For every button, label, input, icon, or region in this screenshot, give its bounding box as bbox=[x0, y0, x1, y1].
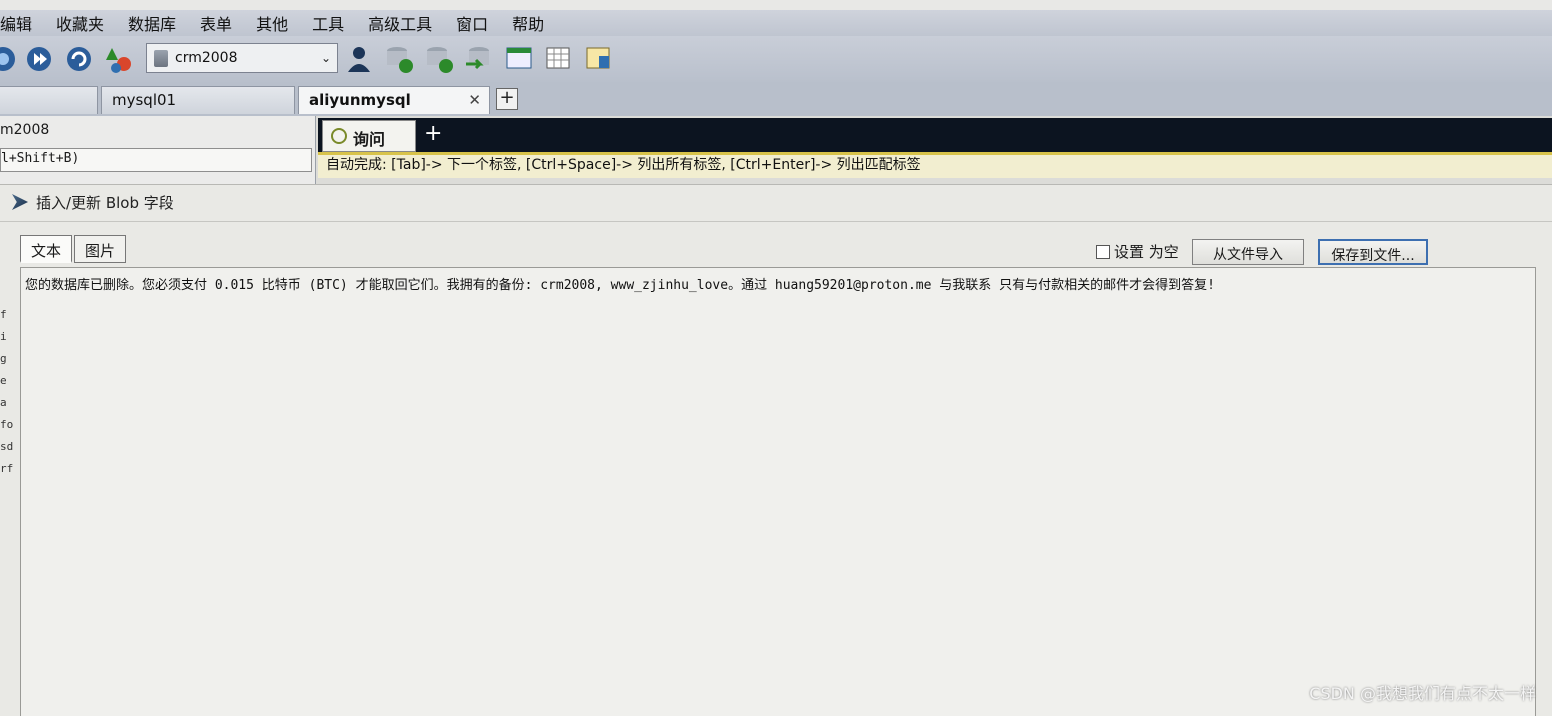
close-icon[interactable]: ✕ bbox=[468, 91, 481, 109]
filter-input[interactable]: l+Shift+B) bbox=[0, 148, 312, 172]
tab-connection-0[interactable] bbox=[0, 86, 98, 114]
watermark: CSDN @我想我们有点不太一样 bbox=[1309, 684, 1536, 703]
checkbox-label: 设置 为空 bbox=[1114, 243, 1179, 261]
left-db-label: m2008 bbox=[0, 122, 50, 138]
database-select-value: crm2008 bbox=[175, 50, 238, 66]
app-icon bbox=[12, 194, 28, 210]
tab-query-label: 询问 bbox=[353, 130, 386, 149]
left-edge-strip: f i g e a fo sd rf bbox=[0, 304, 28, 484]
menu-advanced-tools[interactable]: 高级工具 bbox=[356, 11, 444, 35]
grid-icon[interactable] bbox=[544, 44, 574, 74]
menu-favorites[interactable]: 收藏夹 bbox=[44, 11, 116, 35]
strip-text: a bbox=[0, 396, 7, 409]
menu-tools[interactable]: 工具 bbox=[300, 11, 356, 35]
add-query-tab-button[interactable]: + bbox=[424, 121, 442, 146]
tab-aliyunmysql-label: aliyunmysql bbox=[309, 91, 411, 109]
table-key-icon[interactable] bbox=[584, 44, 614, 74]
tab-mysql01[interactable]: mysql01 bbox=[101, 86, 295, 114]
save-to-file-button[interactable]: 保存到文件... bbox=[1318, 239, 1428, 265]
menu-edit[interactable]: 编辑 bbox=[0, 11, 44, 35]
tab-image[interactable]: 图片 bbox=[74, 235, 127, 263]
checkbox-box[interactable] bbox=[1096, 244, 1110, 259]
forward-icon[interactable] bbox=[24, 44, 54, 74]
object-browser: m2008 l+Shift+B) bbox=[0, 116, 316, 186]
dialog-title-text: 插入/更新 Blob 字段 bbox=[36, 193, 174, 212]
tab-query[interactable]: 询问 bbox=[322, 120, 416, 152]
strip-text: f bbox=[0, 308, 7, 321]
db-export-icon[interactable] bbox=[464, 44, 494, 74]
blob-dialog: 插入/更新 Blob 字段 文本 图片 设置 为空 从文件导入 保存到文件...… bbox=[0, 184, 1552, 716]
set-null-checkbox[interactable]: 设置 为空 bbox=[1096, 241, 1179, 262]
menu-bar: 编辑 收藏夹 数据库 表单 其他 工具 高级工具 窗口 帮助 bbox=[0, 10, 1552, 36]
menu-table[interactable]: 表单 bbox=[188, 11, 244, 35]
database-select[interactable]: crm2008 ⌄ bbox=[146, 43, 338, 73]
query-tab-bar bbox=[318, 118, 1552, 154]
blob-text-area[interactable]: 您的数据库已删除。您必须支付 0.015 比特币 (BTC) 才能取回它们。我拥… bbox=[20, 267, 1536, 716]
strip-text: sd bbox=[0, 440, 14, 453]
strip-text: g bbox=[0, 352, 7, 365]
strip-text: fo bbox=[0, 418, 14, 431]
menu-other[interactable]: 其他 bbox=[244, 11, 300, 35]
schema-icon[interactable] bbox=[104, 44, 134, 74]
strip-text: rf bbox=[0, 462, 14, 475]
dialog-divider bbox=[0, 221, 1552, 222]
refresh-icon[interactable] bbox=[64, 44, 94, 74]
autocomplete-hint: 自动完成: [Tab]-> 下一个标签, [Ctrl+Space]-> 列出所有… bbox=[318, 152, 1552, 178]
connect-icon[interactable] bbox=[0, 44, 18, 74]
user-icon[interactable] bbox=[344, 44, 374, 74]
database-icon bbox=[154, 50, 168, 67]
import-from-file-button[interactable]: 从文件导入 bbox=[1192, 239, 1304, 265]
tab-aliyunmysql[interactable]: aliyunmysql ✕ bbox=[298, 86, 490, 114]
dialog-tabs: 文本 图片 bbox=[20, 235, 128, 263]
tab-text[interactable]: 文本 bbox=[20, 235, 73, 263]
add-tab-button[interactable]: + bbox=[496, 88, 518, 110]
table-green-icon[interactable] bbox=[504, 44, 534, 74]
menu-window[interactable]: 窗口 bbox=[444, 11, 500, 35]
connection-tab-bar: mysql01 aliyunmysql ✕ bbox=[0, 82, 1552, 116]
db-import-icon[interactable] bbox=[424, 44, 454, 74]
db-add-icon[interactable] bbox=[384, 44, 414, 74]
menu-database[interactable]: 数据库 bbox=[116, 11, 188, 35]
chevron-down-icon: ⌄ bbox=[320, 51, 331, 65]
menu-help[interactable]: 帮助 bbox=[500, 11, 556, 35]
dialog-title: 插入/更新 Blob 字段 bbox=[12, 191, 174, 213]
strip-text: e bbox=[0, 374, 7, 387]
toolbar: crm2008 ⌄ bbox=[0, 36, 1552, 82]
strip-text: i bbox=[0, 330, 7, 343]
window-top-strip bbox=[0, 0, 1552, 10]
query-icon bbox=[331, 128, 347, 144]
